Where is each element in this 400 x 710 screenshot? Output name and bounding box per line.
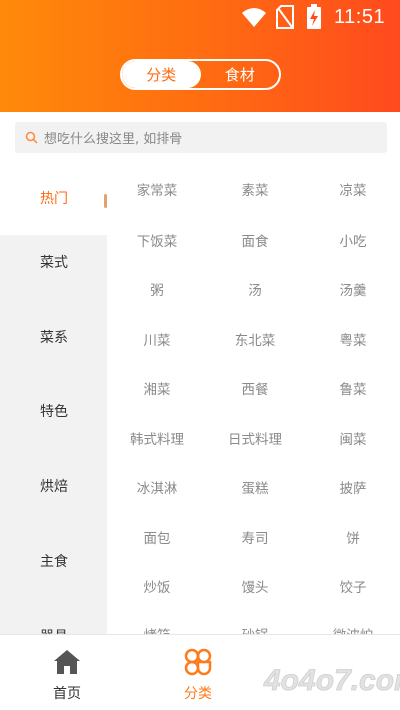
sidebar-item-special[interactable]: 特色 xyxy=(0,373,107,448)
category-item[interactable]: 家常菜 xyxy=(108,179,206,199)
sidebar-item-staple[interactable]: 主食 xyxy=(0,523,107,598)
sidebar-item-label: 器具 xyxy=(40,626,68,635)
category-ingredient-toggle: 分类 食材 xyxy=(120,59,281,90)
tab-category[interactable]: 分类 xyxy=(122,61,201,88)
category-item[interactable]: 东北菜 xyxy=(206,329,304,349)
category-item[interactable]: 披萨 xyxy=(304,477,400,497)
category-item[interactable]: 西餐 xyxy=(206,378,304,398)
search-area: 想吃什么搜这里, 如排骨 xyxy=(0,112,400,160)
home-icon xyxy=(54,650,80,674)
category-item[interactable]: 微波炉 xyxy=(304,624,400,634)
app-header: 11:51 分类 食材 xyxy=(0,0,400,112)
category-item[interactable]: 下饭菜 xyxy=(108,230,206,250)
sidebar-item-dish-style[interactable]: 菜式 xyxy=(0,224,107,299)
sidebar-item-label: 烘焙 xyxy=(40,478,68,495)
search-placeholder: 想吃什么搜这里, 如排骨 xyxy=(44,132,183,147)
category-item[interactable]: 川菜 xyxy=(108,329,206,349)
category-item[interactable]: 汤羹 xyxy=(304,279,400,299)
category-item[interactable]: 面食 xyxy=(206,230,304,250)
category-item[interactable]: 蛋糕 xyxy=(206,477,304,497)
sidebar-item-label: 热门 xyxy=(40,190,68,207)
category-item[interactable]: 粥 xyxy=(108,279,206,299)
sidebar-item-utensils[interactable]: 器具 xyxy=(0,598,107,635)
tab-ingredients[interactable]: 食材 xyxy=(201,61,280,88)
category-item[interactable]: 鲁菜 xyxy=(304,378,400,398)
sidebar-item-label: 菜系 xyxy=(40,329,68,346)
category-item[interactable]: 湘菜 xyxy=(108,378,206,398)
wifi-icon xyxy=(242,8,266,27)
category-item[interactable]: 凉菜 xyxy=(304,179,400,199)
category-item[interactable]: 素菜 xyxy=(206,179,304,199)
category-item[interactable]: 冰淇淋 xyxy=(108,477,206,497)
category-item[interactable]: 汤 xyxy=(206,279,304,299)
sidebar-item-label: 主食 xyxy=(40,553,68,570)
category-item[interactable]: 韩式料理 xyxy=(108,428,206,448)
tab-home-label: 首页 xyxy=(53,686,81,702)
tab-home[interactable]: 首页 xyxy=(17,635,117,710)
category-grid: 家常菜 素菜 凉菜 下饭菜 面食 小吃 粥 汤 汤羹 川菜 东北菜 粤菜 湘菜 … xyxy=(107,160,400,634)
category-item[interactable]: 饼 xyxy=(304,527,400,547)
sidebar-item-label: 菜式 xyxy=(40,254,68,271)
sidebar-item-label: 特色 xyxy=(40,403,68,420)
category-item[interactable]: 烤箱 xyxy=(108,624,206,634)
site-watermark-logo: 4o4o7.com xyxy=(222,644,400,710)
category-item[interactable]: 炒饭 xyxy=(108,576,206,596)
no-sim-icon xyxy=(276,5,294,29)
sidebar-item-baking[interactable]: 烘焙 xyxy=(0,448,107,523)
status-time: 11:51 xyxy=(334,6,386,28)
category-item[interactable]: 寿司 xyxy=(206,527,304,547)
battery-charging-icon xyxy=(307,4,321,29)
status-bar: 11:51 xyxy=(0,0,400,36)
category-icon xyxy=(184,648,212,676)
category-item[interactable]: 闽菜 xyxy=(304,428,400,448)
category-item[interactable]: 砂锅 xyxy=(206,624,304,634)
sidebar-item-cuisine[interactable]: 菜系 xyxy=(0,299,107,374)
search-icon xyxy=(25,131,38,144)
category-item[interactable]: 日式料理 xyxy=(206,428,304,448)
category-item[interactable]: 饺子 xyxy=(304,576,400,596)
category-item[interactable]: 粤菜 xyxy=(304,329,400,349)
watermark-text: 4o4o7.com xyxy=(263,664,400,697)
category-sidebar: 热门 菜式 菜系 特色 烘焙 主食 器具 xyxy=(0,160,107,634)
category-item[interactable]: 馒头 xyxy=(206,576,304,596)
category-item[interactable]: 面包 xyxy=(108,527,206,547)
category-item[interactable]: 小吃 xyxy=(304,230,400,250)
search-input[interactable]: 想吃什么搜这里, 如排骨 xyxy=(15,122,387,153)
